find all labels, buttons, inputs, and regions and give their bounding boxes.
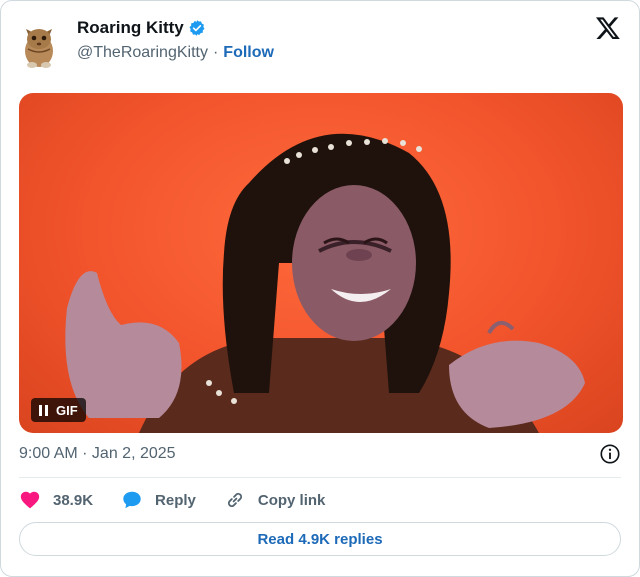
follow-button[interactable]: Follow [223,44,274,62]
kitten-avatar[interactable] [19,15,59,71]
x-logo-icon[interactable] [595,15,621,41]
author-handle[interactable]: @TheRoaringKitty [77,44,208,62]
tweet-actions: 38.9K Reply Copy link [19,487,353,513]
tweet-header: Roaring Kitty @TheRoaringKitty · Follow [19,13,621,73]
gif-badge-label: GIF [56,402,78,418]
copy-link-label: Copy link [257,491,326,509]
info-icon[interactable] [599,443,621,465]
read-replies-button[interactable]: Read 4.9K replies [19,522,621,556]
gif-media[interactable]: GIF [19,93,623,433]
heart-icon [20,491,40,509]
reply-label: Reply [155,491,196,509]
pause-icon [39,404,48,416]
gif-frame-illustration [65,133,585,433]
copy-link-button[interactable]: Copy link [224,489,326,511]
verified-badge-icon [189,20,205,36]
tweet-timestamp[interactable]: 9:00 AM · Jan 2, 2025 [19,445,176,463]
author-handle-row: @TheRoaringKitty · Follow [77,44,274,62]
divider [19,477,621,478]
tweet-embed-card: Roaring Kitty @TheRoaringKitty · Follow [0,0,640,577]
gif-badge-button[interactable]: GIF [31,398,86,422]
like-count: 38.9K [53,491,94,509]
separator-dot: · [212,44,219,61]
reply-button[interactable]: Reply [121,489,196,511]
reply-bubble-icon [123,491,141,509]
like-button[interactable]: 38.9K [19,489,93,511]
author-name-row: Roaring Kitty [77,18,206,38]
link-icon [227,492,242,508]
author-name[interactable]: Roaring Kitty [77,18,184,38]
